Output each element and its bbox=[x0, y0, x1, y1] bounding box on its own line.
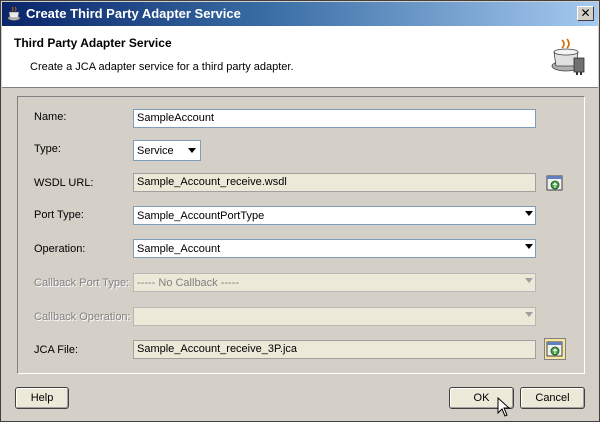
header-banner: Third Party Adapter Service Create a JCA… bbox=[2, 26, 598, 88]
chevron-down-icon bbox=[525, 244, 533, 249]
callback-operation-select bbox=[133, 307, 536, 326]
name-label: Name: bbox=[34, 111, 67, 123]
form-panel: Name: SampleAccount Type: Service WSDL U… bbox=[17, 96, 585, 374]
name-input[interactable]: SampleAccount bbox=[133, 109, 536, 128]
callback-port-type-select: ----- No Callback ----- bbox=[133, 273, 536, 292]
callback-port-type-value: ----- No Callback ----- bbox=[137, 277, 240, 289]
type-select[interactable]: Service bbox=[133, 140, 201, 161]
chevron-down-icon bbox=[525, 211, 533, 216]
header-title: Third Party Adapter Service bbox=[14, 36, 172, 50]
operation-select[interactable]: Sample_Account bbox=[133, 239, 536, 258]
adapter-plug-icon bbox=[551, 38, 585, 75]
jca-file-label: JCA File: bbox=[34, 344, 79, 356]
chevron-down-icon bbox=[188, 148, 196, 153]
close-button[interactable]: ✕ bbox=[577, 6, 594, 21]
port-type-select[interactable]: Sample_AccountPortType bbox=[133, 206, 536, 225]
wsdl-url-field[interactable]: Sample_Account_receive.wsdl bbox=[133, 173, 536, 192]
header-description: Create a JCA adapter service for a third… bbox=[30, 61, 294, 73]
browse-icon[interactable] bbox=[545, 173, 565, 193]
callback-port-type-label: Callback Port Type: bbox=[34, 277, 130, 289]
window-title: Create Third Party Adapter Service bbox=[26, 6, 241, 21]
port-type-value: Sample_AccountPortType bbox=[137, 210, 265, 222]
chevron-down-icon bbox=[525, 278, 533, 283]
callback-operation-label: Callback Operation: bbox=[34, 311, 131, 323]
close-icon: ✕ bbox=[580, 6, 591, 20]
port-type-label: Port Type: bbox=[34, 209, 84, 221]
chevron-down-icon bbox=[525, 312, 533, 317]
wsdl-url-label: WSDL URL: bbox=[34, 177, 94, 189]
mouse-pointer-icon bbox=[497, 397, 511, 417]
type-value: Service bbox=[137, 145, 174, 157]
jca-file-field[interactable]: Sample_Account_receive_3P.jca bbox=[133, 340, 536, 359]
operation-label: Operation: bbox=[34, 243, 86, 255]
dialog-window: Create Third Party Adapter Service ✕ Thi… bbox=[0, 0, 600, 422]
help-button[interactable]: Help bbox=[15, 387, 69, 409]
title-bar[interactable]: Create Third Party Adapter Service ✕ bbox=[2, 2, 598, 26]
type-label: Type: bbox=[34, 143, 61, 155]
coffee-cup-icon bbox=[7, 6, 21, 21]
browse-icon[interactable] bbox=[544, 338, 566, 360]
operation-value: Sample_Account bbox=[137, 243, 221, 255]
cancel-button[interactable]: Cancel bbox=[520, 387, 585, 409]
